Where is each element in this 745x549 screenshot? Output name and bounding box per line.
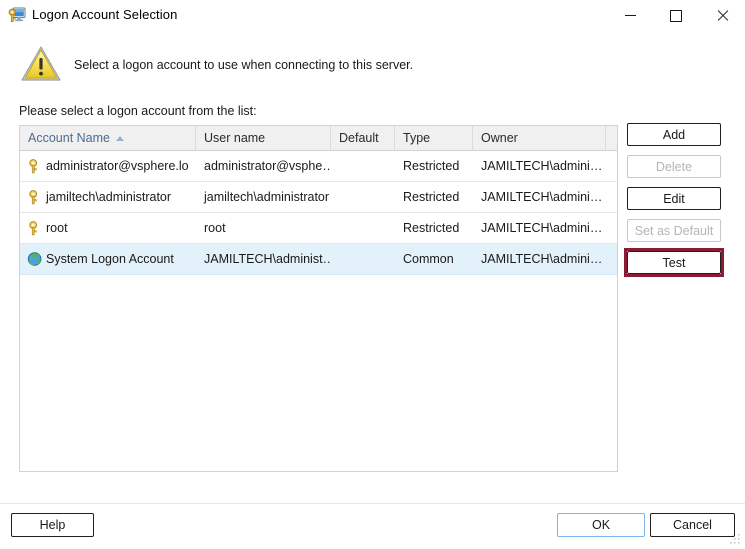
table-row[interactable]: System Logon Account JAMILTECH\administ…… <box>20 244 617 275</box>
column-header-type-label: Type <box>403 131 431 145</box>
test-button[interactable]: Test <box>627 251 721 274</box>
key-icon <box>27 220 43 236</box>
set-as-default-button: Set as Default <box>627 219 721 242</box>
cell-type: Restricted <box>403 221 460 235</box>
column-header-default-label: Default <box>339 131 379 145</box>
cell-account-name-text: root <box>46 221 68 235</box>
cancel-button[interactable]: Cancel <box>650 513 735 537</box>
cell-default <box>331 151 395 181</box>
list-body: administrator@vsphere.lo administrator@v… <box>20 151 617 275</box>
footer-separator <box>0 503 745 504</box>
cell-account-name: root <box>20 213 196 243</box>
cell-default <box>331 244 395 274</box>
maximize-button[interactable] <box>653 0 699 31</box>
cell-user-name: root <box>204 221 226 235</box>
cell-type: Common <box>403 252 454 266</box>
cell-owner: JAMILTECH\admini… <box>481 159 603 173</box>
list-prompt-label: Please select a logon account from the l… <box>19 104 257 118</box>
resize-grip[interactable] <box>729 533 742 546</box>
table-row[interactable]: root root Restricted JAMILTECH\admini… <box>20 213 617 244</box>
maximize-icon <box>670 9 682 22</box>
cell-owner: JAMILTECH\admini… <box>481 221 603 235</box>
cell-user-name: jamiltech\administrator <box>204 190 330 204</box>
logon-accounts-list[interactable]: Account Name User name Default Type Owne… <box>19 125 618 472</box>
cell-account-name: administrator@vsphere.lo <box>20 151 196 181</box>
cell-account-name-text: administrator@vsphere.lo <box>46 159 189 173</box>
minimize-icon <box>624 15 636 16</box>
edit-button[interactable]: Edit <box>627 187 721 210</box>
cell-user-name: administrator@vsphe… <box>204 159 331 173</box>
cell-account-name-text: jamiltech\administrator <box>46 190 172 204</box>
column-header-owner[interactable]: Owner <box>473 126 606 150</box>
column-header-default[interactable]: Default <box>331 126 395 150</box>
cell-owner: JAMILTECH\admini… <box>481 252 603 266</box>
sort-ascending-icon <box>115 135 124 141</box>
list-header-row: Account Name User name Default Type Owne… <box>20 126 617 151</box>
cell-account-name-text: System Logon Account <box>46 252 174 266</box>
globe-icon <box>27 251 43 267</box>
cell-account-name: jamiltech\administrator <box>20 182 196 212</box>
column-header-user-name[interactable]: User name <box>196 126 331 150</box>
ok-button[interactable]: OK <box>557 513 645 537</box>
column-header-account-name-label: Account Name <box>28 131 110 145</box>
minimize-button[interactable] <box>607 0 653 31</box>
table-row[interactable]: administrator@vsphere.lo administrator@v… <box>20 151 617 182</box>
column-header-owner-label: Owner <box>481 131 518 145</box>
add-button[interactable]: Add <box>627 123 721 146</box>
close-icon <box>716 9 729 22</box>
delete-button: Delete <box>627 155 721 178</box>
cell-default <box>331 182 395 212</box>
cell-owner: JAMILTECH\admini… <box>481 190 603 204</box>
window-controls <box>607 0 745 31</box>
column-header-user-name-label: User name <box>204 131 266 145</box>
cell-type: Restricted <box>403 190 460 204</box>
column-header-filler <box>606 126 617 150</box>
close-button[interactable] <box>699 0 745 31</box>
cell-account-name: System Logon Account <box>20 244 196 274</box>
window-title: Logon Account Selection <box>32 7 178 22</box>
cell-type: Restricted <box>403 159 460 173</box>
column-header-account-name[interactable]: Account Name <box>20 126 196 150</box>
cell-default <box>331 213 395 243</box>
key-monitor-icon <box>8 6 26 24</box>
key-icon <box>27 158 43 174</box>
key-icon <box>27 189 43 205</box>
title-bar: Logon Account Selection <box>0 0 745 31</box>
column-header-type[interactable]: Type <box>395 126 473 150</box>
banner-message: Select a logon account to use when conne… <box>74 58 414 72</box>
help-button[interactable]: Help <box>11 513 94 537</box>
table-row[interactable]: jamiltech\administrator jamiltech\admini… <box>20 182 617 213</box>
cell-user-name: JAMILTECH\administ… <box>204 252 331 266</box>
warning-triangle-icon <box>20 44 62 84</box>
